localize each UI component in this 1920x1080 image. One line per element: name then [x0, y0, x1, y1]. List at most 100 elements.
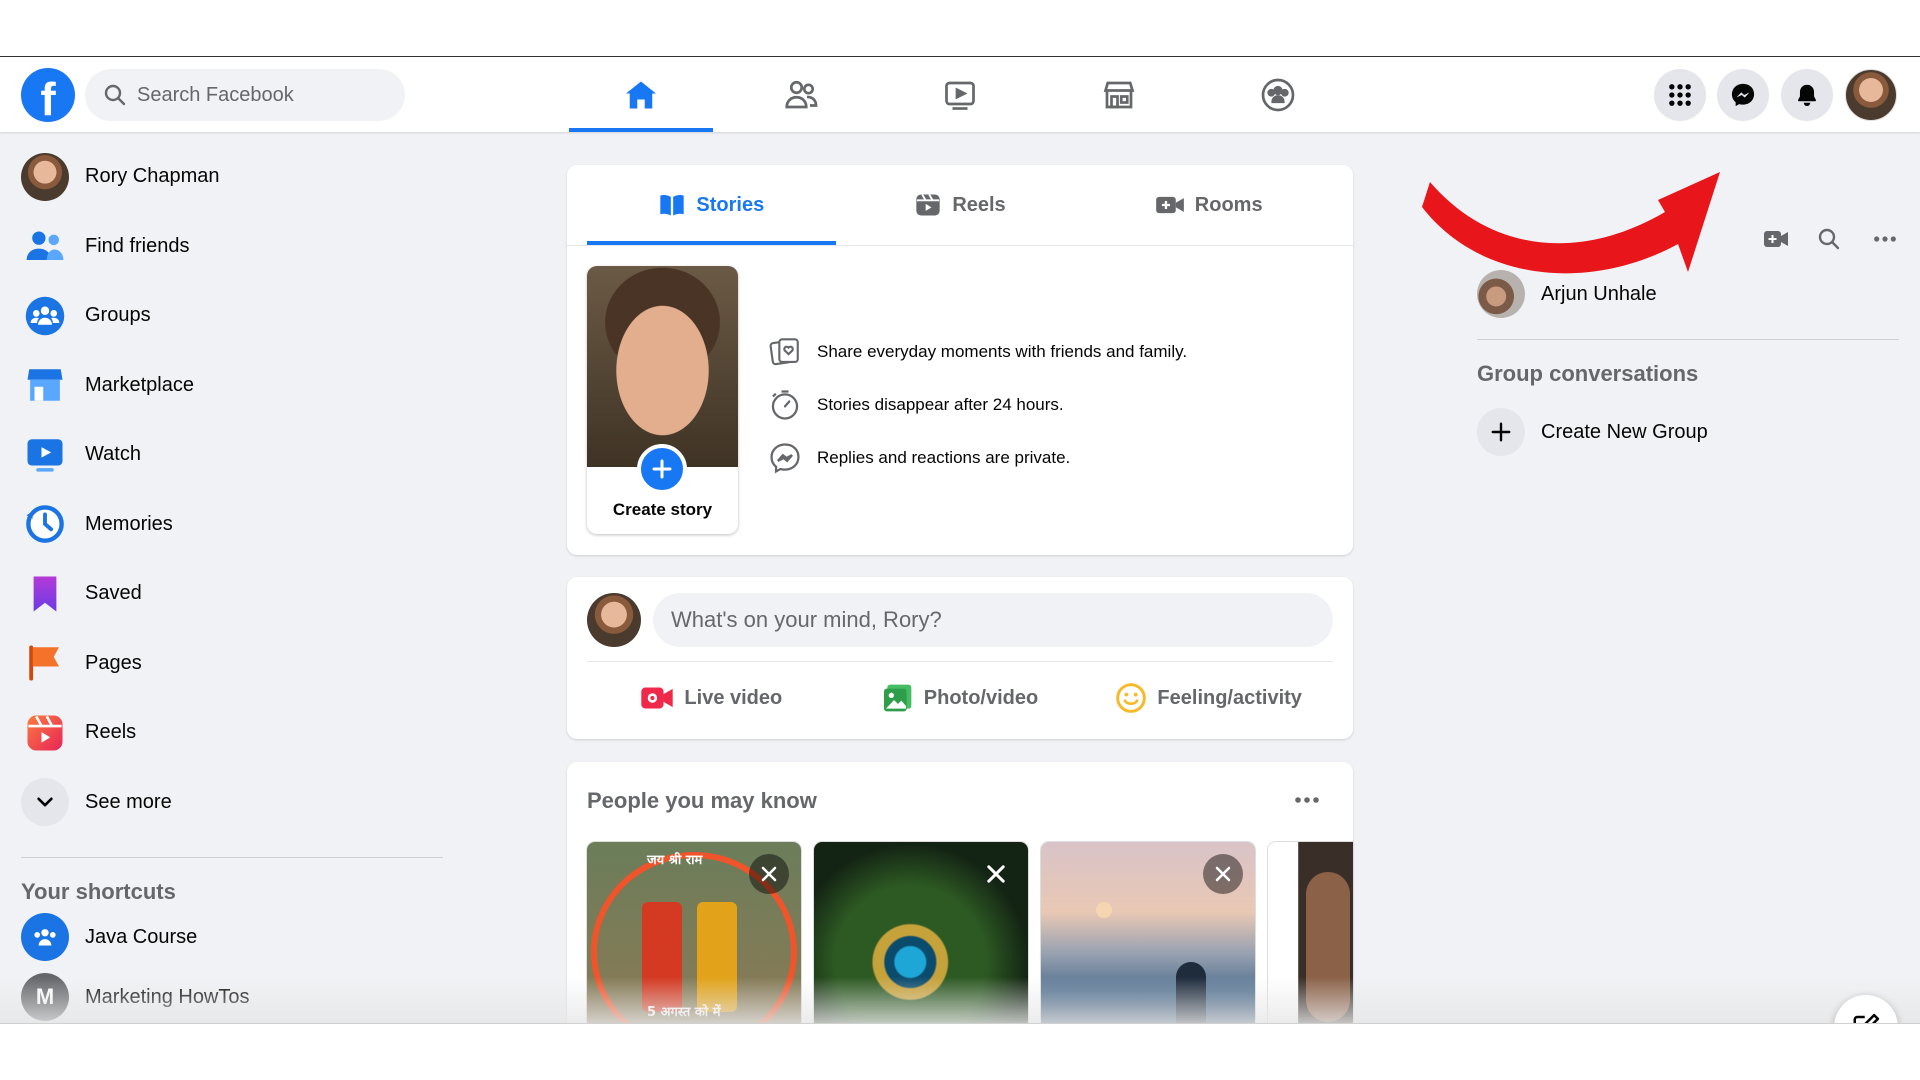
stories-tab-bar: Stories Reels Rooms — [587, 165, 1333, 245]
whats-on-your-mind-input[interactable] — [653, 593, 1333, 647]
messenger-icon — [1731, 83, 1755, 107]
create-story-card[interactable]: Create story — [587, 266, 738, 534]
composer-action-bar: Live video Photo/video Feeling/activity — [587, 669, 1333, 727]
menu-button[interactable] — [1654, 69, 1706, 121]
sidebar-item-saved[interactable]: Saved — [0, 559, 450, 629]
new-room-button[interactable] — [1758, 221, 1794, 257]
marketplace-icon — [1103, 81, 1135, 108]
sidebar-item-watch[interactable]: Watch — [0, 420, 450, 490]
notifications-bell-icon — [1798, 84, 1816, 107]
sidebar-item-label: Saved — [85, 582, 142, 605]
reels-icon — [21, 709, 69, 757]
more-options-button[interactable] — [1287, 782, 1327, 818]
sidebar-item-groups[interactable]: Groups — [0, 281, 450, 351]
sidebar-item-label: See more — [85, 790, 172, 813]
close-icon — [987, 865, 1005, 883]
stories-tab-divider — [567, 245, 1353, 246]
tab-stories[interactable]: Stories — [587, 165, 836, 245]
messenger-button[interactable] — [1717, 69, 1769, 121]
left-sidebar: Rory Chapman Find friends Groups Marketp… — [0, 142, 450, 837]
sidebar-item-marketplace[interactable]: Marketplace — [0, 351, 450, 421]
more-horizontal-icon — [1295, 797, 1319, 803]
group-conversations-heading: Group conversations — [1477, 361, 1699, 386]
shortcut-item-java-course[interactable]: Java Course — [21, 909, 197, 965]
suggestion-card[interactable] — [814, 842, 1028, 1023]
nav-tab-marketplace[interactable] — [1047, 57, 1191, 132]
groups-icon — [21, 292, 69, 340]
feeling-activity-button[interactable]: Feeling/activity — [1084, 669, 1333, 727]
dismiss-suggestion-button[interactable] — [749, 854, 789, 894]
friends-icon — [21, 222, 69, 270]
suggestion-card[interactable] — [1268, 842, 1353, 1023]
nav-tab-home[interactable] — [569, 57, 713, 132]
timer-icon — [767, 387, 803, 423]
stories-info-list: Share everyday moments with friends and … — [767, 325, 1187, 484]
nav-tab-watch[interactable] — [888, 57, 1032, 132]
composer-profile-avatar[interactable] — [587, 593, 641, 647]
search-input[interactable] — [137, 83, 387, 107]
saved-bookmark-icon — [21, 570, 69, 618]
sidebar-item-pages[interactable]: Pages — [0, 629, 450, 699]
header-profile-avatar[interactable] — [1845, 69, 1897, 121]
top-navigation-bar: f — [0, 57, 1920, 132]
shortcut-label: Java Course — [85, 925, 198, 948]
shortcut-item-marketing-howtos[interactable]: M Marketing HowTos — [21, 969, 250, 1023]
sidebar-item-see-more[interactable]: See more — [0, 768, 450, 838]
sidebar-item-memories[interactable]: Memories — [0, 490, 450, 560]
search-box[interactable] — [85, 69, 405, 121]
groups-icon — [21, 913, 69, 961]
live-video-button[interactable]: Live video — [587, 669, 836, 727]
marketplace-icon — [21, 361, 69, 409]
people-you-may-know-card: People you may know जय श्री राम 5 अगस्त … — [567, 762, 1353, 1023]
suggestion-photo-figure — [1176, 962, 1206, 1023]
letter-avatar: M — [21, 973, 69, 1021]
photo-video-button[interactable]: Photo/video — [836, 669, 1085, 727]
menu-grid-icon — [1669, 84, 1691, 106]
nav-tab-friends[interactable] — [729, 57, 873, 132]
friends-icon — [785, 80, 818, 108]
action-label: Live video — [684, 686, 783, 709]
sidebar-item-label: Reels — [85, 721, 137, 744]
stories-info-text: Replies and reactions are private. — [817, 447, 1071, 467]
plus-icon[interactable] — [637, 444, 687, 494]
pages-flag-icon — [21, 639, 69, 687]
stories-info-text: Stories disappear after 24 hours. — [817, 394, 1064, 414]
annotation-arrow-icon — [1422, 172, 1720, 274]
search-contacts-button[interactable] — [1811, 221, 1847, 257]
suggestion-photo-figure — [697, 902, 737, 1012]
profile-avatar — [21, 152, 69, 201]
suggestion-photo-figure — [642, 902, 682, 1012]
tab-reels[interactable]: Reels — [836, 165, 1085, 245]
compose-edit-icon — [1853, 1013, 1880, 1023]
plus-icon — [1477, 408, 1525, 456]
live-video-icon — [640, 683, 674, 713]
people-you-may-know-title: People you may know — [587, 788, 817, 813]
dismiss-suggestion-button[interactable] — [1203, 854, 1243, 894]
create-new-group-button[interactable]: Create New Group — [1477, 407, 1708, 457]
chevron-down-icon — [21, 778, 69, 827]
new-message-button[interactable] — [1834, 995, 1898, 1023]
suggestion-card-text: जय श्री राम — [647, 853, 703, 868]
photo-heart-icon — [767, 334, 803, 370]
dismiss-suggestion-button[interactable] — [976, 854, 1016, 894]
sidebar-item-find-friends[interactable]: Find friends — [0, 212, 450, 282]
create-story-label: Create story — [612, 500, 713, 519]
sidebar-item-profile[interactable]: Rory Chapman — [0, 142, 450, 212]
contacts-options-button[interactable] — [1867, 221, 1903, 257]
tab-label: Stories — [696, 193, 765, 216]
watch-icon — [21, 431, 69, 479]
notifications-button[interactable] — [1781, 69, 1833, 121]
book-open-icon — [658, 191, 686, 219]
sidebar-item-label: Groups — [85, 304, 151, 327]
sidebar-item-label: Marketplace — [85, 373, 194, 396]
facebook-logo-icon[interactable]: f — [21, 68, 75, 122]
tab-rooms[interactable]: Rooms — [1084, 165, 1333, 245]
video-icon — [945, 81, 975, 110]
suggestion-card[interactable]: जय श्री राम 5 अगस्त को में — [587, 842, 801, 1023]
nav-tab-groups[interactable] — [1206, 57, 1350, 132]
messenger-icon — [767, 440, 803, 476]
stories-info-text: Share everyday moments with friends and … — [817, 341, 1188, 361]
suggestion-card[interactable] — [1041, 842, 1255, 1023]
sidebar-item-reels[interactable]: Reels — [0, 698, 450, 768]
more-horizontal-icon — [1874, 236, 1896, 242]
